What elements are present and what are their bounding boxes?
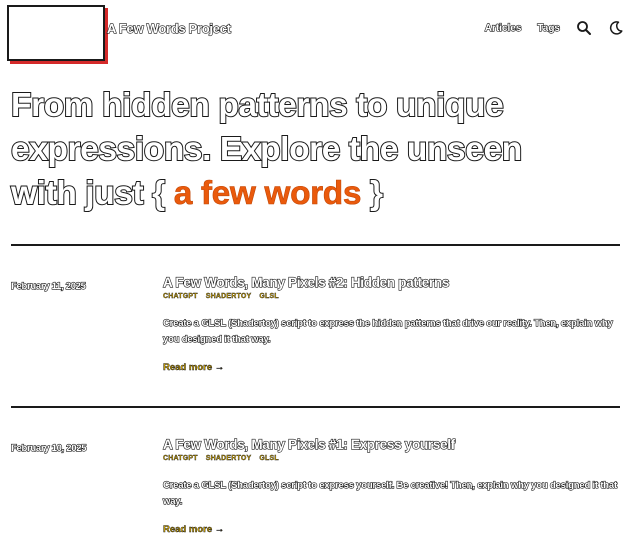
hero-accent: a few words <box>173 175 362 213</box>
nav-tags[interactable]: Tags <box>537 22 561 34</box>
post-excerpt: Create a GLSL (Shadertoy) script to expr… <box>162 479 617 507</box>
post-tags: CHATGPT SHADERTOY GLSL <box>163 455 620 462</box>
hero-brace-close: } <box>369 174 384 213</box>
hero-line-3: with just { a few words } <box>10 172 626 216</box>
nav-articles[interactable]: Articles <box>484 22 522 34</box>
post-body: A Few Words, Many Pixels #1: Express you… <box>162 436 620 537</box>
tag-link[interactable]: SHADERTOY <box>206 455 252 462</box>
post-date: February 10, 2025 <box>10 442 87 454</box>
post-title[interactable]: A Few Words, Many Pixels #1: Express you… <box>162 436 620 452</box>
post-tags: CHATGPT SHADERTOY GLSL <box>163 293 620 300</box>
site-title[interactable]: A Few Words Project <box>106 20 231 36</box>
post-body: A Few Words, Many Pixels #2: Hidden patt… <box>162 274 620 375</box>
search-icon[interactable] <box>576 20 592 36</box>
post-excerpt: Create a GLSL (Shadertoy) script to expr… <box>162 317 613 345</box>
site-header: A Few Words Project Articles Tags <box>0 0 640 64</box>
post-date: February 11, 2025 <box>10 280 86 292</box>
hero-line-2: expressions. Explore the unseen <box>10 130 523 169</box>
tag-link[interactable]: SHADERTOY <box>206 293 252 300</box>
main-nav: Articles Tags <box>469 20 624 36</box>
hero-line-3-prefix: with just <box>10 174 145 213</box>
tag-link[interactable]: GLSL <box>259 293 279 300</box>
read-more-link[interactable]: Read more → <box>163 524 225 536</box>
read-more-link[interactable]: Read more → <box>163 362 225 374</box>
hero-brace-open: { <box>151 174 166 213</box>
divider <box>11 406 620 408</box>
divider <box>11 244 620 246</box>
tag-link[interactable]: CHATGPT <box>163 293 198 300</box>
tag-link[interactable]: CHATGPT <box>163 455 198 462</box>
hero-line-1: From hidden patterns to unique <box>10 86 505 125</box>
tag-link[interactable]: GLSL <box>259 455 279 462</box>
hero-heading: From hidden patterns to unique expressio… <box>10 84 626 216</box>
post-title[interactable]: A Few Words, Many Pixels #2: Hidden patt… <box>162 274 620 290</box>
moon-icon[interactable] <box>608 20 624 36</box>
site-logo[interactable] <box>7 5 105 61</box>
